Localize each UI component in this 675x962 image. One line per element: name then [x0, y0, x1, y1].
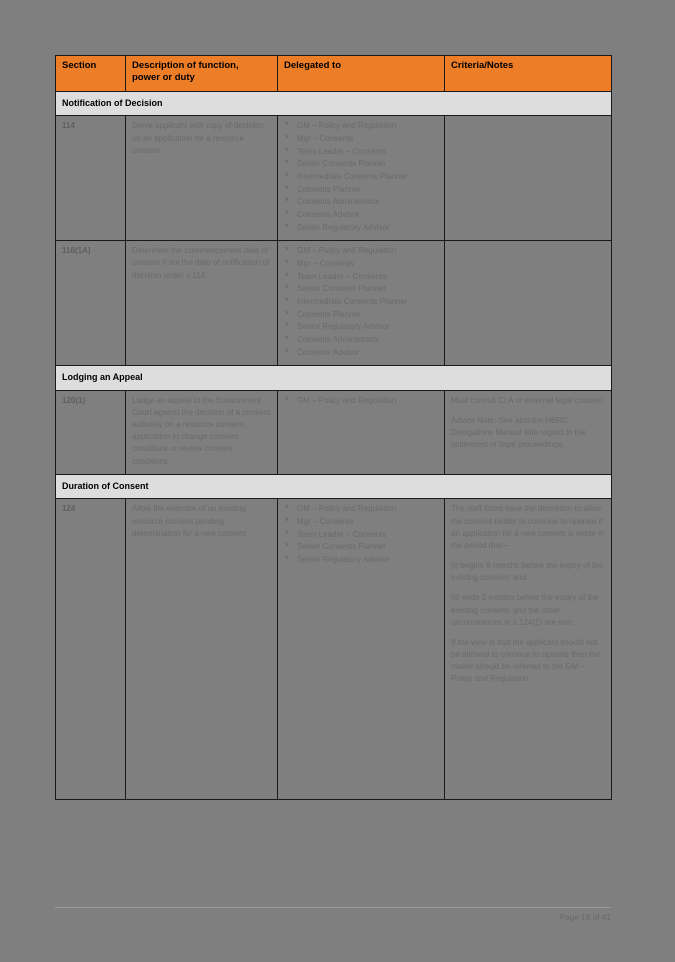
delegated-to-item: GM – Policy and Regulation	[284, 503, 438, 515]
description-text: Lodge an appeal to the Environment Court…	[132, 395, 271, 466]
delegated-to-item: Senior Consents Planner	[284, 541, 438, 553]
column-header-description-line2: power or duty	[132, 72, 195, 84]
cell-delegated-to: GM – Policy and RegulationMgr – Consents…	[277, 498, 445, 801]
description-text: Serve applicant with copy of decision on…	[132, 121, 264, 155]
table-header: Section Description of function, power o…	[55, 55, 612, 92]
delegated-to-item: Mgr – Consents	[284, 133, 438, 145]
cell-section: 120(1)	[55, 389, 126, 475]
delegated-to-item: Mgr – Consents	[284, 516, 438, 528]
table-row: 120(1) Lodge an appeal to the Environment…	[55, 389, 612, 475]
delegated-to-item: Consents Advisor	[284, 209, 438, 221]
section-band-label: Notification of Decision	[55, 90, 612, 117]
delegated-to-list: GM – Policy and RegulationMgr – Consents…	[284, 245, 438, 358]
delegated-to-item: Senior Regulatory Advisor	[284, 222, 438, 234]
table-row: 116(1A) Determine the commencement date o…	[55, 240, 612, 367]
delegated-to-list: GM – Policy and Regulation	[284, 395, 438, 407]
delegated-to-item: Mgr – Consents	[284, 258, 438, 270]
criteria-note-paragraph: If the view is that the applicant should…	[451, 637, 600, 684]
description-text: Determine the commencement date of conse…	[132, 246, 269, 280]
section-band-row: Lodging an Appeal	[55, 365, 612, 391]
section-band-row: Duration of Consent	[55, 473, 612, 500]
delegated-to-item: GM – Policy and Regulation	[284, 120, 438, 132]
delegated-to-item: Senior Regulatory Advisor	[284, 554, 438, 566]
cell-delegated-to: GM – Policy and Regulation	[277, 389, 445, 475]
cell-section: 116(1A)	[55, 240, 126, 367]
cell-section: 124	[55, 498, 126, 801]
delegated-to-item: Intermediate Consents Planner	[284, 171, 438, 183]
delegated-to-item: Consents Administrator	[284, 196, 438, 208]
table-header-row: Section Description of function, power o…	[55, 55, 612, 92]
cell-delegated-to: GM – Policy and RegulationMgr – Consents…	[277, 240, 445, 367]
section-band-label: Duration of Consent	[55, 473, 612, 500]
criteria-note-paragraph: (ii) ends 3 months before the expiry of …	[451, 593, 599, 627]
delegated-to-item: Team Leader – Consents	[284, 271, 438, 283]
criteria-note-paragraph: The staff listed have the discretion to …	[451, 504, 605, 550]
section-band-row: Notification of Decision	[55, 90, 612, 117]
page-number-footer: Page 18 of 41	[559, 913, 611, 922]
cell-description: Lodge an appeal to the Environment Court…	[125, 389, 278, 475]
delegated-to-item: Senior Regulatory Advisor	[284, 321, 438, 333]
delegated-to-item: Senior Consents Planner	[284, 158, 438, 170]
delegated-to-list: GM – Policy and RegulationMgr – Consents…	[284, 120, 438, 233]
cell-criteria-notes	[444, 115, 612, 242]
delegated-to-item: Consents Advisor	[284, 347, 438, 359]
delegated-to-item: GM – Policy and Regulation	[284, 395, 438, 407]
column-header-description: Description of function, power or duty	[125, 55, 278, 92]
document-page: Section Description of function, power o…	[0, 0, 675, 962]
cell-description: Allow the exercise of an existing resour…	[125, 498, 278, 801]
delegated-to-item: Team Leader – Consents	[284, 529, 438, 541]
table-row: 124 Allow the exercise of an existing res…	[55, 498, 612, 801]
criteria-note-paragraph: Advice Note: See also the HBRC Delegatio…	[451, 416, 586, 450]
section-band-label: Lodging an Appeal	[55, 365, 612, 391]
delegated-to-item: Consents Planner	[284, 184, 438, 196]
cell-criteria-notes	[444, 240, 612, 367]
delegated-to-item: Team Leader – Consents	[284, 146, 438, 158]
cell-criteria-notes: Must consult CLA or external legal couns…	[444, 389, 612, 475]
delegated-to-item: Consents Planner	[284, 309, 438, 321]
delegated-to-list: GM – Policy and RegulationMgr – Consents…	[284, 503, 438, 566]
table-row: 114 Serve applicant with copy of decision…	[55, 115, 612, 242]
table-body: Notification of Decision 114 Serve applica…	[55, 90, 612, 801]
cell-criteria-notes: The staff listed have the discretion to …	[444, 498, 612, 801]
cell-section: 114	[55, 115, 126, 242]
column-header-criteria-notes: Criteria/Notes	[444, 55, 612, 92]
delegated-to-item: Intermediate Consents Planner	[284, 296, 438, 308]
criteria-note-paragraph: Must consult CLA or external legal couns…	[451, 395, 605, 405]
column-header-section: Section	[55, 55, 126, 92]
cell-delegated-to: GM – Policy and RegulationMgr – Consents…	[277, 115, 445, 242]
delegated-to-item: Consents Administrator	[284, 334, 438, 346]
cell-description: Serve applicant with copy of decision on…	[125, 115, 278, 242]
description-text: Allow the exercise of an existing resour…	[132, 504, 246, 538]
cell-description: Determine the commencement date of conse…	[125, 240, 278, 367]
delegated-to-item: GM – Policy and Regulation	[284, 245, 438, 257]
footer-divider	[55, 907, 611, 908]
delegated-to-item: Senior Consents Planner	[284, 283, 438, 295]
criteria-note-paragraph: (i) begins 6 months before the expiry of…	[451, 561, 604, 583]
column-header-description-line1: Description of function,	[132, 60, 239, 71]
column-header-delegated-to: Delegated to	[277, 55, 445, 92]
delegations-table: Section Description of function, power o…	[55, 55, 612, 801]
